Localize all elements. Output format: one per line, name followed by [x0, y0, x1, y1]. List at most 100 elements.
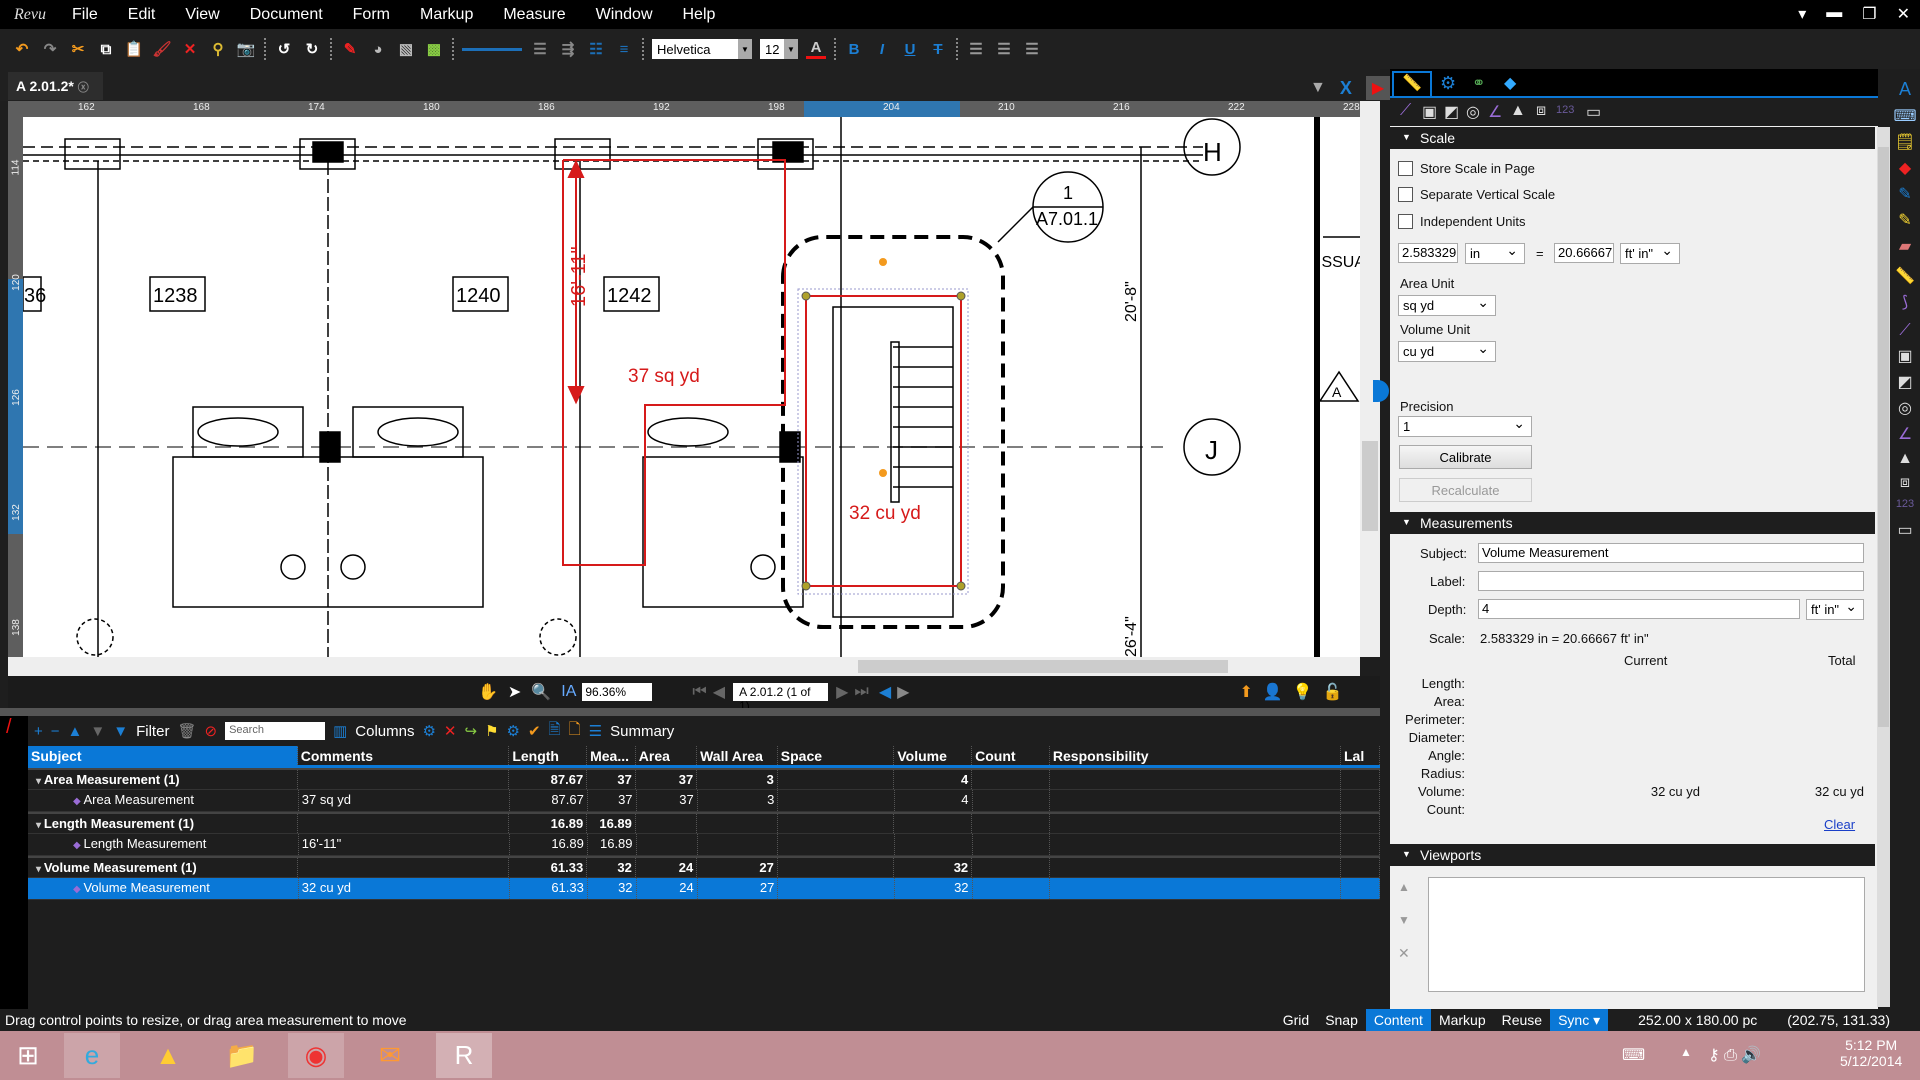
clear-link[interactable]: Clear	[1824, 817, 1855, 832]
scroll-thumb[interactable]	[858, 660, 1228, 673]
ruler-tool-icon[interactable]: 📏	[1890, 266, 1920, 286]
delete-markup-icon[interactable]: ✕	[444, 722, 457, 740]
menu-view[interactable]: View	[185, 6, 219, 24]
trash-icon[interactable]: 🗑	[177, 722, 196, 740]
drawing-canvas[interactable]: H J 1 A7.01.1 36 1238 1240 1242 16'-11" …	[23, 117, 1360, 657]
length-tool-icon[interactable]: ⟋	[1890, 322, 1920, 340]
calibrate-tool-icon[interactable]: ▭	[1586, 102, 1601, 122]
check-icon[interactable]: ✔	[528, 722, 541, 740]
menu-help[interactable]: Help	[683, 6, 716, 24]
markup-toggle[interactable]: Markup	[1431, 1012, 1494, 1028]
tray-expand-icon[interactable]: ▲	[1680, 1045, 1692, 1059]
italic-icon[interactable]: I	[872, 39, 892, 59]
col-space[interactable]: Space	[778, 746, 895, 765]
label-input[interactable]	[1478, 571, 1864, 591]
export-icon[interactable]: 🗎	[549, 719, 561, 744]
settings-tab-icon[interactable]: ⚙	[1440, 73, 1456, 94]
settings-icon[interactable]: ⚙	[422, 722, 435, 740]
group-row[interactable]: ▾ Volume Measurement (1) 61.33 32 24 27 32	[28, 856, 1380, 878]
menu-form[interactable]: Form	[353, 6, 390, 24]
grid-toggle[interactable]: Grid	[1275, 1012, 1317, 1028]
scroll-thumb[interactable]	[1362, 441, 1378, 531]
recalculate-button[interactable]: Recalculate	[1399, 478, 1532, 502]
last-page-icon[interactable]: ⏭	[854, 683, 868, 701]
calibrate-tool-icon[interactable]: ▭	[1890, 520, 1920, 540]
panel-scrollbar[interactable]	[1877, 127, 1890, 1007]
menu-markup[interactable]: Markup	[420, 6, 473, 24]
clock[interactable]: 5:12 PM 5/12/2014	[1840, 1037, 1902, 1069]
highlighter-icon[interactable]: ✎	[1890, 210, 1920, 230]
text-tool-icon[interactable]: A	[1890, 79, 1920, 100]
stamp-tool-icon[interactable]: ◆	[1890, 158, 1920, 178]
store-scale-checkbox[interactable]: ✔	[1398, 161, 1413, 176]
search-tab-icon[interactable]: ⚭	[1472, 73, 1485, 93]
count-tool-icon[interactable]: 123	[1890, 498, 1920, 510]
reply-icon[interactable]: ↪	[464, 722, 477, 740]
panel-collapse-handle[interactable]	[1373, 380, 1389, 402]
close-tab-icon[interactable]: ⓧ	[78, 82, 89, 94]
first-page-icon[interactable]: ⏮	[692, 683, 706, 701]
scale-target-unit-select[interactable]: ft' in"	[1620, 242, 1680, 264]
scale-section-header[interactable]: Scale	[1390, 127, 1875, 149]
zoom-level-field[interactable]: 96.36%	[582, 683, 653, 701]
volume-tool-icon[interactable]: ⧈	[1890, 474, 1920, 492]
next-page-icon[interactable]: ▶	[836, 682, 848, 702]
horizontal-scrollbar[interactable]	[8, 657, 1360, 676]
line-end-icon[interactable]: ⇶	[558, 39, 578, 59]
dropdown-icon[interactable]: ▾	[1798, 4, 1806, 24]
strikethrough-icon[interactable]: T	[928, 39, 948, 59]
diameter-tool-icon[interactable]: ◎	[1466, 102, 1480, 122]
count-tool-icon[interactable]: 123	[1556, 104, 1574, 116]
move-up-icon[interactable]: ▲	[68, 723, 83, 740]
area-unit-select[interactable]: sq yd	[1398, 294, 1496, 316]
lightbulb-icon[interactable]: 💡	[1293, 682, 1313, 702]
viewports-list[interactable]	[1428, 877, 1865, 992]
snap-toggle[interactable]: Snap	[1317, 1012, 1366, 1028]
collapse-all-icon[interactable]: −	[51, 723, 60, 740]
viewport-delete-icon[interactable]: ✕	[1398, 945, 1410, 962]
scale-target-input[interactable]: 20.66667	[1554, 243, 1614, 263]
viewport-down-icon[interactable]: ▼	[1398, 913, 1410, 927]
vertical-scrollbar[interactable]	[1360, 101, 1380, 657]
undo-icon[interactable]: ↶	[12, 39, 32, 59]
underline-icon[interactable]: U	[900, 39, 920, 59]
font-size-select[interactable]: 12 ▼	[760, 39, 798, 59]
length-tool-icon[interactable]: ⟋	[1400, 102, 1411, 120]
menu-edit[interactable]: Edit	[128, 6, 156, 24]
eraser-icon[interactable]: ▰	[1890, 236, 1920, 256]
align-center-icon[interactable]: ☰	[994, 39, 1014, 59]
chrome-icon[interactable]: ◉	[288, 1033, 344, 1078]
restore-icon[interactable]: ❐	[1862, 4, 1876, 24]
clear-filter-icon[interactable]: ⊘	[205, 722, 218, 740]
menu-file[interactable]: File	[72, 6, 98, 24]
back-view-icon[interactable]: ◀	[879, 682, 891, 702]
snapshot-icon[interactable]: 📷	[236, 39, 256, 59]
opacity-icon[interactable]: ▧	[396, 39, 416, 59]
format-painter-icon[interactable]: 🖌	[152, 39, 172, 59]
expand-icon[interactable]: ▾	[36, 820, 44, 831]
align-right-icon[interactable]: ☰	[1022, 39, 1042, 59]
minimize-icon[interactable]: ▬	[1826, 4, 1842, 24]
expand-icon[interactable]: ▾	[36, 864, 44, 875]
volume-tool-icon[interactable]: ⧈	[1536, 102, 1546, 120]
markup-pin-icon[interactable]: ▶	[1365, 76, 1391, 100]
revu-icon[interactable]: R	[436, 1033, 492, 1078]
col-responsibility[interactable]: Responsibility	[1050, 746, 1341, 765]
drive-icon[interactable]: ▲	[140, 1033, 196, 1078]
group-row[interactable]: ▾ Area Measurement (1) 87.67 37 37 3 4	[28, 768, 1380, 790]
col-count[interactable]: Count	[972, 746, 1050, 765]
depth-unit-select[interactable]: ft' in"	[1806, 598, 1864, 620]
angle-tool-icon[interactable]: ∠	[1488, 102, 1502, 122]
prev-page-icon[interactable]: ◀	[713, 682, 725, 702]
filter-button[interactable]: Filter	[136, 723, 169, 740]
hatch-icon[interactable]: ▩	[424, 39, 444, 59]
typewriter-icon[interactable]: ⌨	[1890, 106, 1920, 126]
zoom-tool-icon[interactable]: 🔍	[531, 682, 551, 702]
viewports-section-header[interactable]: Viewports	[1390, 844, 1875, 866]
close-all-icon[interactable]: X	[1340, 78, 1352, 99]
col-length[interactable]: Length	[509, 746, 588, 765]
page-field[interactable]: A 2.01.2 (1 of 1)	[733, 683, 829, 713]
measurements-section-header[interactable]: Measurements	[1390, 512, 1875, 534]
font-color-icon[interactable]: A	[806, 39, 826, 59]
col-comments[interactable]: Comments	[298, 746, 510, 765]
